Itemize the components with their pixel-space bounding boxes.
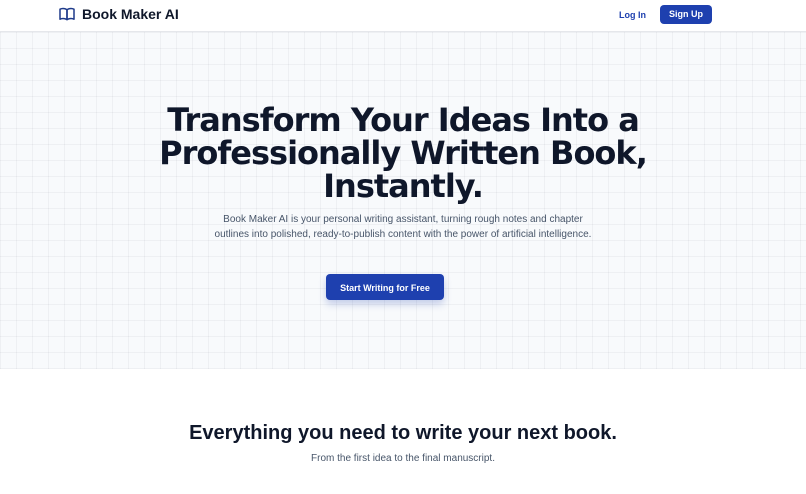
hero-title: Transform Your Ideas Into a Professional… [0, 104, 806, 203]
features-subtitle: From the first idea to the final manuscr… [311, 453, 495, 464]
header-nav: Log In Sign Up [619, 5, 712, 24]
start-writing-button[interactable]: Start Writing for Free [326, 274, 444, 300]
hero-subtitle: Book Maker AI is your personal writing a… [214, 214, 592, 240]
hero-section: Transform Your Ideas Into a Professional… [0, 32, 806, 369]
brand-name: Book Maker AI [82, 6, 179, 22]
login-link[interactable]: Log In [619, 10, 646, 20]
signup-button[interactable]: Sign Up [660, 5, 712, 24]
top-navbar: Book Maker AI Log In Sign Up [0, 0, 806, 32]
features-title: Everything you need to write your next b… [189, 422, 617, 444]
features-section: Everything you need to write your next b… [0, 369, 806, 494]
brand-logo[interactable]: Book Maker AI [59, 6, 179, 22]
book-open-icon [59, 7, 75, 21]
hero-title-line-3: Instantly. [323, 167, 484, 205]
